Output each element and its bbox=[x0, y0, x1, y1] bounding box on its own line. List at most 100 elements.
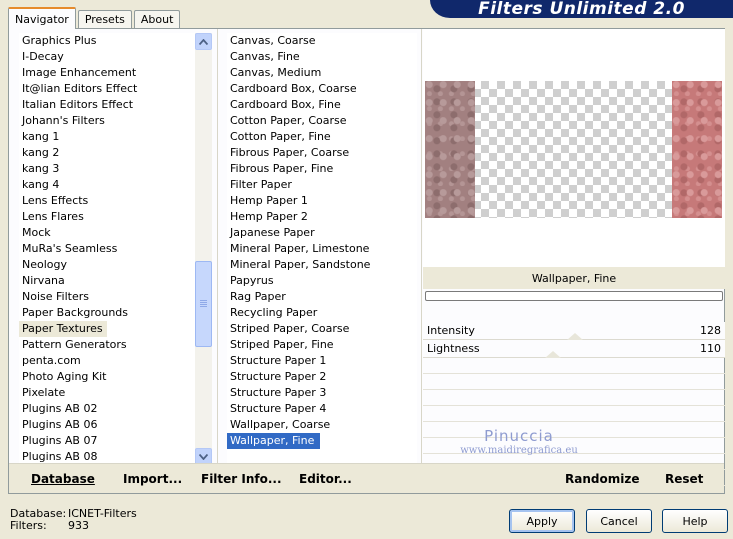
cancel-button[interactable]: Cancel bbox=[586, 509, 652, 533]
editor-button[interactable]: Editor... bbox=[299, 472, 352, 486]
help-button[interactable]: Help bbox=[662, 509, 728, 533]
category-item-label: Pattern Generators bbox=[22, 338, 127, 351]
tab-about[interactable]: About bbox=[133, 10, 181, 28]
param-label: Lightness bbox=[427, 342, 480, 355]
category-item[interactable]: Nirvana bbox=[19, 273, 204, 289]
filter-item[interactable]: Striped Paper, Coarse bbox=[227, 321, 417, 337]
category-item-label: Paper Backgrounds bbox=[22, 306, 129, 319]
filter-item[interactable]: Structure Paper 1 bbox=[227, 353, 417, 369]
filter-item[interactable]: Papyrus bbox=[227, 273, 417, 289]
category-item[interactable]: kang 3 bbox=[19, 161, 204, 177]
category-item[interactable]: It@lian Editors Effect bbox=[19, 81, 204, 97]
import-button[interactable]: Import... bbox=[123, 472, 182, 486]
filter-item[interactable]: Japanese Paper bbox=[227, 225, 417, 241]
progress-bar bbox=[425, 291, 723, 301]
category-item[interactable]: Lens Effects bbox=[19, 193, 204, 209]
filter-item-label: Mineral Paper, Limestone bbox=[230, 242, 370, 255]
filter-item[interactable]: Wallpaper, Coarse bbox=[227, 417, 417, 433]
param-lightness[interactable]: Lightness 110 bbox=[423, 340, 725, 358]
filter-item[interactable]: Cardboard Box, Coarse bbox=[227, 81, 417, 97]
tab-presets[interactable]: Presets bbox=[77, 10, 132, 28]
category-item[interactable]: Johann's Filters bbox=[19, 113, 204, 129]
slider-marker[interactable] bbox=[566, 333, 583, 340]
randomize-button[interactable]: Randomize bbox=[565, 472, 639, 486]
filter-item[interactable]: Structure Paper 2 bbox=[227, 369, 417, 385]
category-item[interactable]: Pattern Generators bbox=[19, 337, 204, 353]
category-item[interactable]: I-Decay bbox=[19, 49, 204, 65]
param-value: 110 bbox=[700, 342, 721, 355]
scroll-up-button[interactable] bbox=[195, 33, 212, 50]
category-scrollbar[interactable] bbox=[195, 33, 212, 465]
category-item[interactable]: Lens Flares bbox=[19, 209, 204, 225]
preview-filter-name: Wallpaper, Fine bbox=[423, 267, 725, 289]
category-item[interactable]: MuRa's Seamless bbox=[19, 241, 204, 257]
param-label: Intensity bbox=[427, 324, 475, 337]
param-intensity[interactable]: Intensity 128 bbox=[423, 322, 725, 340]
category-item[interactable]: kang 2 bbox=[19, 145, 204, 161]
category-item[interactable]: Plugins AB 02 bbox=[19, 401, 204, 417]
filter-item-label: Structure Paper 1 bbox=[230, 354, 327, 367]
filter-item[interactable]: Rag Paper bbox=[227, 289, 417, 305]
filter-item-label: Fibrous Paper, Fine bbox=[230, 162, 334, 175]
filter-item-label: Canvas, Medium bbox=[230, 66, 322, 79]
filter-item[interactable]: Hemp Paper 2 bbox=[227, 209, 417, 225]
filter-item[interactable]: Striped Paper, Fine bbox=[227, 337, 417, 353]
filter-item[interactable]: Cardboard Box, Fine bbox=[227, 97, 417, 113]
apply-button[interactable]: Apply bbox=[509, 509, 575, 533]
filter-item-label: Papyrus bbox=[230, 274, 274, 287]
category-item[interactable]: Neology bbox=[19, 257, 204, 273]
filter-item[interactable]: Structure Paper 4 bbox=[227, 401, 417, 417]
divider bbox=[421, 29, 422, 463]
category-item[interactable]: Mock bbox=[19, 225, 204, 241]
category-item[interactable]: Plugins AB 07 bbox=[19, 433, 204, 449]
category-item[interactable]: Image Enhancement bbox=[19, 65, 204, 81]
category-item-label: Photo Aging Kit bbox=[22, 370, 107, 383]
divider bbox=[217, 29, 218, 463]
tab-navigator[interactable]: Navigator bbox=[8, 7, 76, 29]
category-item[interactable]: Noise Filters bbox=[19, 289, 204, 305]
database-button[interactable]: Database bbox=[31, 472, 95, 486]
app-title: Filters Unlimited 2.0 bbox=[478, 0, 685, 19]
category-item[interactable]: Photo Aging Kit bbox=[19, 369, 204, 385]
scroll-thumb[interactable] bbox=[195, 261, 212, 347]
filter-item[interactable]: Recycling Paper bbox=[227, 305, 417, 321]
category-item[interactable]: Pixelate bbox=[19, 385, 204, 401]
filter-item[interactable]: Mineral Paper, Limestone bbox=[227, 241, 417, 257]
filter-item-label: Striped Paper, Coarse bbox=[230, 322, 350, 335]
filter-item[interactable]: Hemp Paper 1 bbox=[227, 193, 417, 209]
filter-item-label: Japanese Paper bbox=[230, 226, 315, 239]
filter-item[interactable]: Fibrous Paper, Fine bbox=[227, 161, 417, 177]
category-item[interactable]: Paper Backgrounds bbox=[19, 305, 204, 321]
category-item[interactable]: kang 4 bbox=[19, 177, 204, 193]
filter-list[interactable]: Canvas, Coarse Canvas, Fine Canvas, Medium… bbox=[227, 33, 417, 465]
filter-item-label: Rag Paper bbox=[230, 290, 286, 303]
filter-item[interactable]: Fibrous Paper, Coarse bbox=[227, 145, 417, 161]
category-item-label: Mock bbox=[22, 226, 51, 239]
filter-info-button[interactable]: Filter Info... bbox=[201, 472, 282, 486]
category-item[interactable]: Plugins AB 06 bbox=[19, 417, 204, 433]
filter-item[interactable]: Filter Paper bbox=[227, 177, 417, 193]
category-item[interactable]: penta.com bbox=[19, 353, 204, 369]
filter-item-label: Filter Paper bbox=[230, 178, 292, 191]
filter-item[interactable]: Cotton Paper, Coarse bbox=[227, 113, 417, 129]
filter-item-label: Canvas, Fine bbox=[230, 50, 300, 63]
filter-item[interactable]: Structure Paper 3 bbox=[227, 385, 417, 401]
filter-item[interactable]: Mineral Paper, Sandstone bbox=[227, 257, 417, 273]
category-item-label: Plugins AB 08 bbox=[22, 450, 98, 463]
category-item-label: Plugins AB 06 bbox=[22, 418, 98, 431]
filter-item[interactable]: Canvas, Coarse bbox=[227, 33, 417, 49]
category-item[interactable]: Italian Editors Effect bbox=[19, 97, 204, 113]
reset-button[interactable]: Reset bbox=[665, 472, 703, 486]
filter-item[interactable]: Canvas, Medium bbox=[227, 65, 417, 81]
category-item[interactable]: kang 1 bbox=[19, 129, 204, 145]
filters-count-label: Filters: bbox=[10, 519, 47, 532]
filter-item[interactable]: Canvas, Fine bbox=[227, 49, 417, 65]
category-item[interactable]: Paper Textures bbox=[19, 321, 204, 337]
filter-item[interactable]: Cotton Paper, Fine bbox=[227, 129, 417, 145]
slider-marker[interactable] bbox=[545, 351, 562, 358]
filter-item-label: Striped Paper, Fine bbox=[230, 338, 334, 351]
category-list[interactable]: Graphics Plus I-Decay Image Enhancement It@… bbox=[19, 33, 204, 465]
category-item[interactable]: Graphics Plus bbox=[19, 33, 204, 49]
filter-item[interactable]: Wallpaper, Fine bbox=[227, 433, 417, 449]
filter-item-label: Cotton Paper, Fine bbox=[230, 130, 331, 143]
